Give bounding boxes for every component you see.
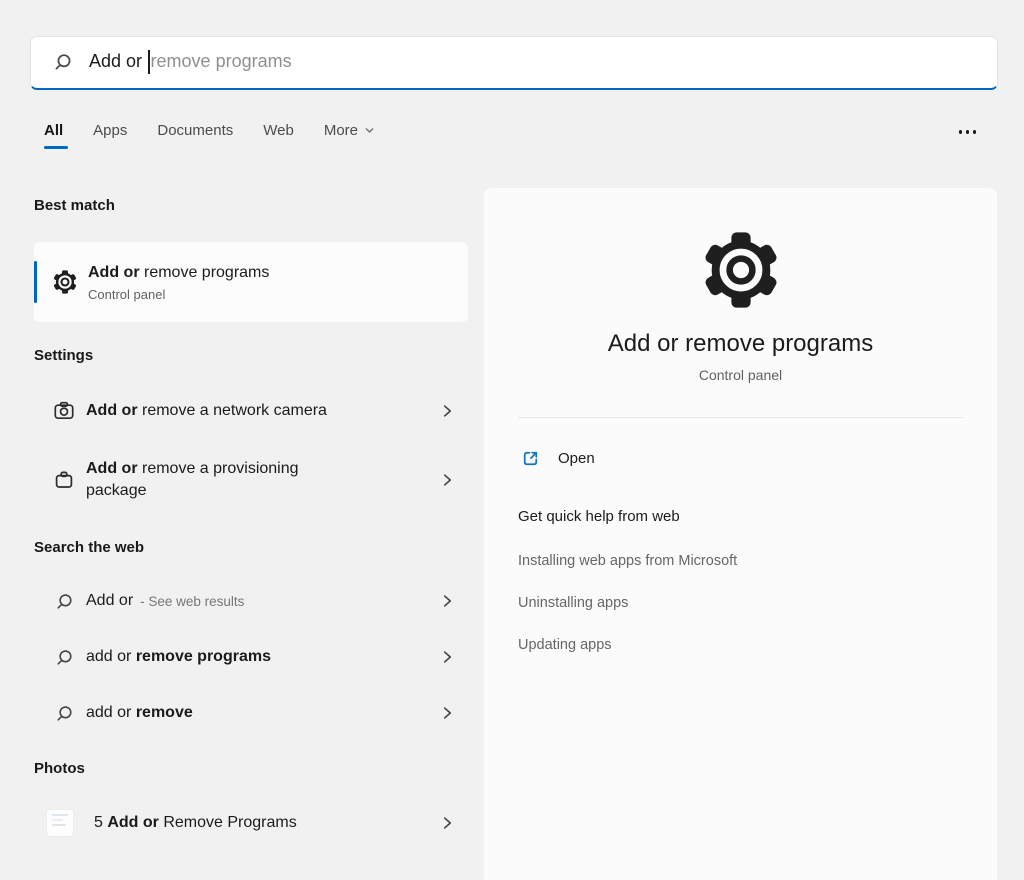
more-options-button[interactable] bbox=[958, 122, 976, 134]
search-input[interactable]: Add or remove programs bbox=[30, 36, 998, 90]
search-results-list: Best match Add or remove programs Contro… bbox=[34, 196, 468, 851]
tab-apps[interactable]: Apps bbox=[93, 122, 127, 149]
result-title-bold: Add or bbox=[88, 264, 140, 281]
dot-icon bbox=[965, 130, 969, 134]
selection-accent-bar bbox=[34, 261, 37, 303]
search-filter-tabs: All Apps Documents Web More bbox=[44, 122, 990, 149]
web-note-text: - See web results bbox=[140, 593, 245, 609]
result-subtitle: Control panel bbox=[88, 287, 166, 302]
web-query-bold: remove programs bbox=[135, 648, 271, 665]
web-result-remove[interactable]: add or remove bbox=[34, 685, 468, 741]
chevron-right-icon bbox=[440, 650, 454, 664]
section-header-search-web: Search the web bbox=[34, 539, 145, 556]
gear-icon bbox=[699, 228, 783, 312]
web-result-remove-programs[interactable]: add or remove programs bbox=[34, 629, 468, 685]
result-network-camera[interactable]: Add or remove a network camera bbox=[34, 384, 468, 438]
result-text-bold: Add or bbox=[86, 402, 138, 419]
photo-thumbnail bbox=[46, 809, 74, 837]
web-query-text: Add or bbox=[86, 592, 134, 609]
chevron-right-icon bbox=[440, 816, 454, 830]
result-text-rest: remove a network camera bbox=[137, 402, 327, 419]
help-link-updating-apps[interactable]: Updating apps bbox=[518, 637, 963, 653]
search-icon bbox=[52, 704, 76, 723]
section-header-photos: Photos bbox=[34, 760, 85, 777]
web-query-bold: remove bbox=[135, 704, 193, 721]
result-best-match-add-remove-programs[interactable]: Add or remove programs Control panel bbox=[34, 242, 468, 322]
tab-all[interactable]: All bbox=[44, 122, 68, 149]
photo-result-bold: Add or bbox=[107, 814, 159, 831]
preview-title: Add or remove programs bbox=[607, 330, 874, 357]
photos-result-add-remove-programs[interactable]: 5 Add or Remove Programs bbox=[34, 795, 468, 851]
web-result-see-web-results[interactable]: Add or - See web results bbox=[34, 573, 468, 629]
preview-panel: Add or remove programs Control panel Ope… bbox=[484, 188, 997, 880]
web-query-prefix: add or bbox=[86, 648, 136, 665]
section-header-settings: Settings bbox=[34, 347, 94, 364]
search-suggestion-text: remove programs bbox=[150, 51, 292, 71]
search-typed-text: Add or bbox=[89, 51, 148, 71]
open-button-label: Open bbox=[558, 449, 595, 467]
result-title-rest: remove programs bbox=[139, 264, 270, 281]
help-link-installing-web-apps[interactable]: Installing web apps from Microsoft bbox=[518, 553, 963, 569]
active-tab-indicator bbox=[44, 145, 68, 149]
tab-documents[interactable]: Documents bbox=[157, 122, 233, 149]
chevron-right-icon bbox=[440, 473, 454, 487]
tab-apps-label: Apps bbox=[93, 122, 128, 139]
result-provisioning-package[interactable]: Add or remove a provisioning package bbox=[34, 446, 468, 514]
dot-icon bbox=[958, 130, 962, 134]
chevron-right-icon bbox=[440, 404, 454, 418]
tab-documents-label: Documents bbox=[157, 122, 234, 139]
tab-more-label: More bbox=[323, 122, 359, 139]
tab-web[interactable]: Web bbox=[263, 122, 294, 149]
search-icon bbox=[53, 52, 73, 72]
preview-subtitle: Control panel bbox=[698, 367, 783, 383]
photo-result-rest: Remove Programs bbox=[158, 814, 297, 831]
help-section-header: Get quick help from web bbox=[518, 508, 680, 525]
chevron-right-icon bbox=[440, 594, 454, 608]
package-icon bbox=[52, 468, 76, 492]
chevron-down-icon bbox=[364, 125, 375, 136]
text-cursor bbox=[148, 49, 150, 74]
tab-web-label: Web bbox=[263, 122, 294, 139]
gear-icon bbox=[52, 269, 78, 295]
camera-icon bbox=[52, 399, 76, 423]
chevron-right-icon bbox=[440, 706, 454, 720]
result-text-bold: Add or bbox=[86, 460, 138, 477]
photo-result-prefix: 5 bbox=[94, 814, 108, 831]
tab-all-label: All bbox=[44, 122, 64, 139]
divider bbox=[518, 417, 963, 418]
web-query-prefix: add or bbox=[86, 704, 136, 721]
open-button[interactable]: Open bbox=[518, 440, 963, 476]
search-icon bbox=[52, 648, 76, 667]
help-link-uninstalling-apps[interactable]: Uninstalling apps bbox=[518, 595, 963, 611]
section-header-best-match: Best match bbox=[34, 197, 115, 214]
tab-more[interactable]: More bbox=[324, 122, 375, 149]
dot-icon bbox=[972, 130, 976, 134]
search-icon bbox=[52, 592, 76, 611]
external-link-icon bbox=[520, 448, 541, 469]
